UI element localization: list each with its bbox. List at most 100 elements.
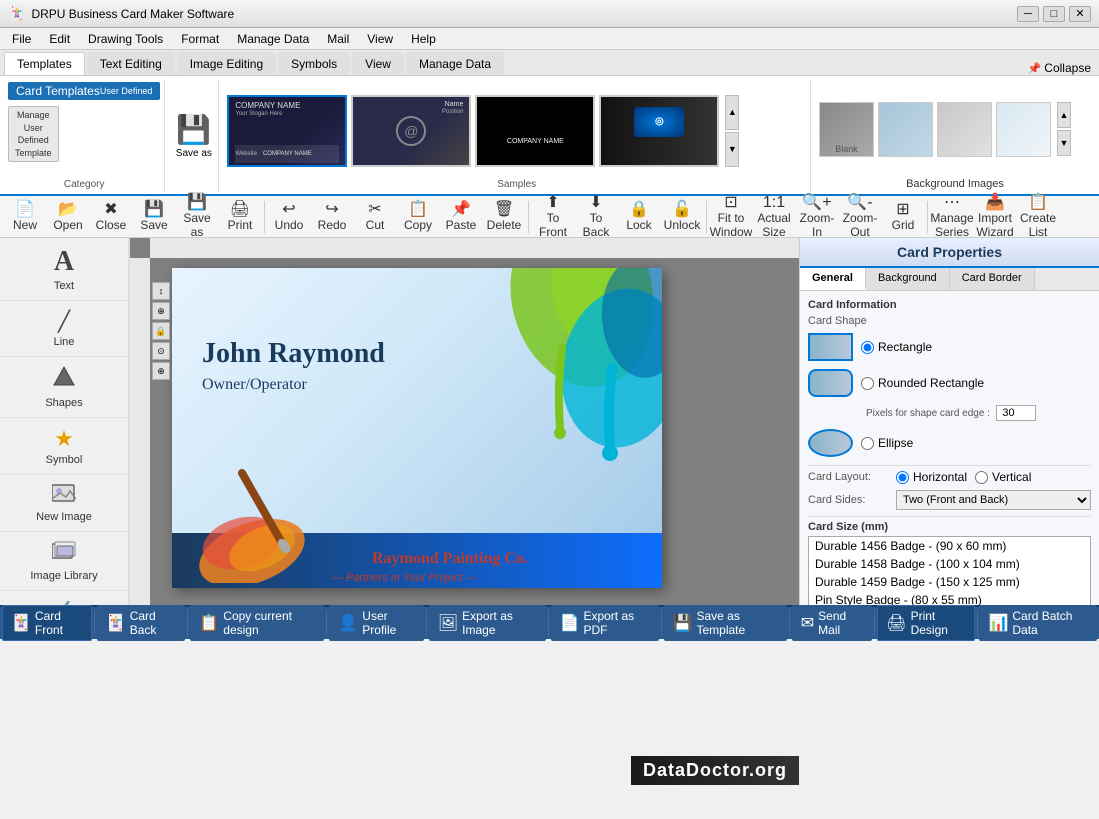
- minimize-button[interactable]: ─: [1017, 6, 1039, 22]
- cut-button[interactable]: ✂Cut: [354, 199, 396, 235]
- tool-signature[interactable]: ✍ Signature: [0, 591, 128, 605]
- tab-view[interactable]: View: [352, 52, 404, 75]
- maximize-button[interactable]: □: [1043, 6, 1065, 22]
- sides-select[interactable]: Two (Front and Back): [896, 490, 1091, 510]
- menu-drawing-tools[interactable]: Drawing Tools: [80, 30, 171, 48]
- manage-template-button[interactable]: ManageUserDefinedTemplate: [8, 106, 59, 162]
- tab-image-editing[interactable]: Image Editing: [177, 52, 276, 75]
- unlock-button[interactable]: 🔓Unlock: [661, 199, 703, 235]
- close-button[interactable]: ✕: [1069, 6, 1091, 22]
- bg-thumb-3[interactable]: [937, 102, 992, 157]
- canvas-tool-3[interactable]: ⊙: [152, 342, 170, 360]
- sample-thumb-4[interactable]: ◎: [599, 95, 719, 167]
- tab-symbols[interactable]: Symbols: [278, 52, 350, 75]
- bg-thumb-blank[interactable]: Blank: [819, 102, 874, 157]
- open-button[interactable]: 📂Open: [47, 199, 89, 235]
- tool-new-image[interactable]: New Image: [0, 475, 128, 532]
- props-tab-card-border[interactable]: Card Border: [950, 268, 1035, 290]
- props-tab-background[interactable]: Background: [866, 268, 950, 290]
- ellipse-radio-label[interactable]: Ellipse: [861, 436, 913, 450]
- print-button[interactable]: 🖨Print: [219, 199, 261, 235]
- samples-scroll-up[interactable]: ▲: [725, 95, 739, 130]
- tab-text-editing[interactable]: Text Editing: [87, 52, 175, 75]
- bg-scroll-down[interactable]: ▼: [1057, 130, 1071, 156]
- save-as-toolbar-button[interactable]: 💾Save as: [176, 192, 218, 242]
- menu-view[interactable]: View: [359, 30, 401, 48]
- card-size-list[interactable]: Durable 1456 Badge - (90 x 60 mm) Durabl…: [808, 536, 1091, 605]
- import-wizard-button[interactable]: 📥Import Wizard: [974, 192, 1016, 242]
- copy-button[interactable]: 📋Copy: [397, 199, 439, 235]
- to-back-button[interactable]: ⬇To Back: [575, 192, 617, 242]
- copy-design-button[interactable]: 📋 Copy current design: [190, 605, 324, 641]
- tab-templates[interactable]: Templates: [4, 52, 85, 75]
- manage-series-button[interactable]: ⋯Manage Series: [931, 192, 973, 242]
- size-item-2[interactable]: Durable 1459 Badge - (150 x 125 mm): [809, 573, 1090, 591]
- sample-thumb-3[interactable]: COMPANY NAME: [475, 95, 595, 167]
- vertical-radio-label[interactable]: Vertical: [975, 470, 1031, 484]
- export-pdf-button[interactable]: 📄 Export as PDF: [551, 605, 659, 641]
- rounded-radio-label[interactable]: Rounded Rectangle: [861, 376, 984, 390]
- size-item-1[interactable]: Durable 1458 Badge - (100 x 104 mm): [809, 555, 1090, 573]
- fit-window-button[interactable]: ⊡Fit to Window: [710, 192, 752, 242]
- menu-manage-data[interactable]: Manage Data: [229, 30, 317, 48]
- print-design-button[interactable]: 🖨 Print Design: [877, 605, 974, 641]
- menu-help[interactable]: Help: [403, 30, 444, 48]
- bg-scroll-up[interactable]: ▲: [1057, 102, 1071, 128]
- tool-image-library[interactable]: Image Library: [0, 532, 128, 591]
- horizontal-radio-label[interactable]: Horizontal: [896, 470, 967, 484]
- user-profile-button[interactable]: 👤 User Profile: [329, 605, 424, 641]
- to-front-button[interactable]: ⬆To Front: [532, 192, 574, 242]
- menu-edit[interactable]: Edit: [41, 30, 78, 48]
- sample-thumb-1[interactable]: COMPANY NAME Your Slogan Here Website CO…: [227, 95, 347, 167]
- zoom-in-button[interactable]: 🔍+Zoom-In: [796, 192, 838, 242]
- menu-mail[interactable]: Mail: [319, 30, 357, 48]
- save-template-button[interactable]: 💾 Save as Template: [664, 605, 787, 641]
- delete-button[interactable]: 🗑Delete: [483, 199, 525, 235]
- save-as-icon[interactable]: 💾: [176, 113, 211, 146]
- tool-symbol[interactable]: ★ Symbol: [0, 418, 128, 475]
- zoom-out-button[interactable]: 🔍-Zoom-Out: [839, 192, 881, 242]
- props-tab-general[interactable]: General: [800, 268, 866, 290]
- rounded-radio[interactable]: [861, 377, 874, 390]
- create-list-button[interactable]: 📋Create List: [1017, 192, 1059, 242]
- card-batch-button[interactable]: 📊 Card Batch Data: [979, 605, 1097, 641]
- actual-size-button[interactable]: 1:1Actual Size: [753, 192, 795, 242]
- horizontal-radio[interactable]: [896, 471, 909, 484]
- tool-shapes[interactable]: Shapes: [0, 357, 128, 418]
- bg-thumb-2[interactable]: [878, 102, 933, 157]
- canvas-tool-2[interactable]: ⊕: [152, 302, 170, 320]
- card-back-button[interactable]: 🃏 Card Back: [97, 605, 186, 641]
- grid-button[interactable]: ⊞Grid: [882, 199, 924, 235]
- sample-thumb-2[interactable]: @ Name Position: [351, 95, 471, 167]
- redo-button[interactable]: ↪Redo: [311, 199, 353, 235]
- canvas-tool-1[interactable]: ↕: [152, 282, 170, 300]
- tab-manage-data[interactable]: Manage Data: [406, 52, 504, 75]
- card-templates-button[interactable]: Card Templates User Defined: [8, 82, 160, 100]
- send-mail-button[interactable]: ✉ Send Mail: [792, 605, 873, 641]
- rectangle-radio[interactable]: [861, 341, 874, 354]
- undo-button[interactable]: ↩Undo: [268, 199, 310, 235]
- tool-line[interactable]: ╱ Line: [0, 301, 128, 357]
- rectangle-radio-label[interactable]: Rectangle: [861, 340, 932, 354]
- size-item-0[interactable]: Durable 1456 Badge - (90 x 60 mm): [809, 537, 1090, 555]
- export-image-button[interactable]: 🖼 Export as Image: [429, 605, 546, 641]
- paste-button[interactable]: 📌Paste: [440, 199, 482, 235]
- title-controls[interactable]: ─ □ ✕: [1017, 6, 1091, 22]
- canvas-tool-lock[interactable]: 🔒: [152, 322, 170, 340]
- size-item-3[interactable]: Pin Style Badge - (80 x 55 mm): [809, 591, 1090, 605]
- menu-format[interactable]: Format: [173, 30, 227, 48]
- close-doc-button[interactable]: ✖Close: [90, 199, 132, 235]
- tool-text[interactable]: A Text: [0, 238, 128, 301]
- new-button[interactable]: 📄New: [4, 199, 46, 235]
- vertical-radio[interactable]: [975, 471, 988, 484]
- bg-thumb-4[interactable]: [996, 102, 1051, 157]
- pixels-input[interactable]: [996, 405, 1036, 421]
- samples-scroll-down[interactable]: ▼: [725, 132, 739, 167]
- card-front-button[interactable]: 🃏 Card Front: [2, 605, 92, 641]
- lock-button[interactable]: 🔒Lock: [618, 199, 660, 235]
- canvas-tool-4[interactable]: ⊕: [152, 362, 170, 380]
- collapse-button[interactable]: 📌 Collapse: [1028, 61, 1091, 75]
- menu-file[interactable]: File: [4, 30, 39, 48]
- save-button[interactable]: 💾Save: [133, 199, 175, 235]
- ellipse-radio[interactable]: [861, 437, 874, 450]
